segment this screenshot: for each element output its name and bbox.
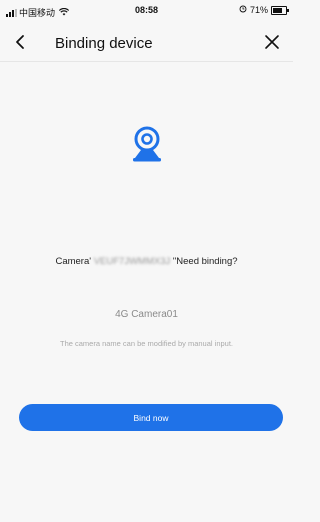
prompt-prefix: Camera' [55,256,92,267]
camera-name-hint: The camera name can be modified by manua… [59,339,233,348]
prompt-suffix: "Need binding? [172,256,238,267]
binding-prompt: Camera' VEUF7JWMMX3J "Need binding? [0,256,293,267]
back-button[interactable] [10,30,32,54]
device-id: VEUF7JWMMX3J [93,256,171,267]
camera-device-icon [131,125,163,165]
battery-icon [271,5,289,15]
binding-device-screen: 中国移动 08:58 71% Binding device Camera' VE… [0,0,293,522]
alarm-icon [239,5,247,15]
battery-percent: 71% [249,5,268,15]
header: Binding device [0,24,293,62]
close-icon [265,35,279,49]
bind-now-button[interactable]: Bind now [19,404,283,431]
header-divider [0,61,293,62]
status-bar-right: 71% [239,5,289,15]
camera-name-input[interactable] [0,309,293,320]
close-button[interactable] [261,31,283,53]
status-bar: 中国移动 08:58 71% [0,0,293,22]
page-title: Binding device [55,35,153,52]
chevron-left-icon [16,35,24,49]
